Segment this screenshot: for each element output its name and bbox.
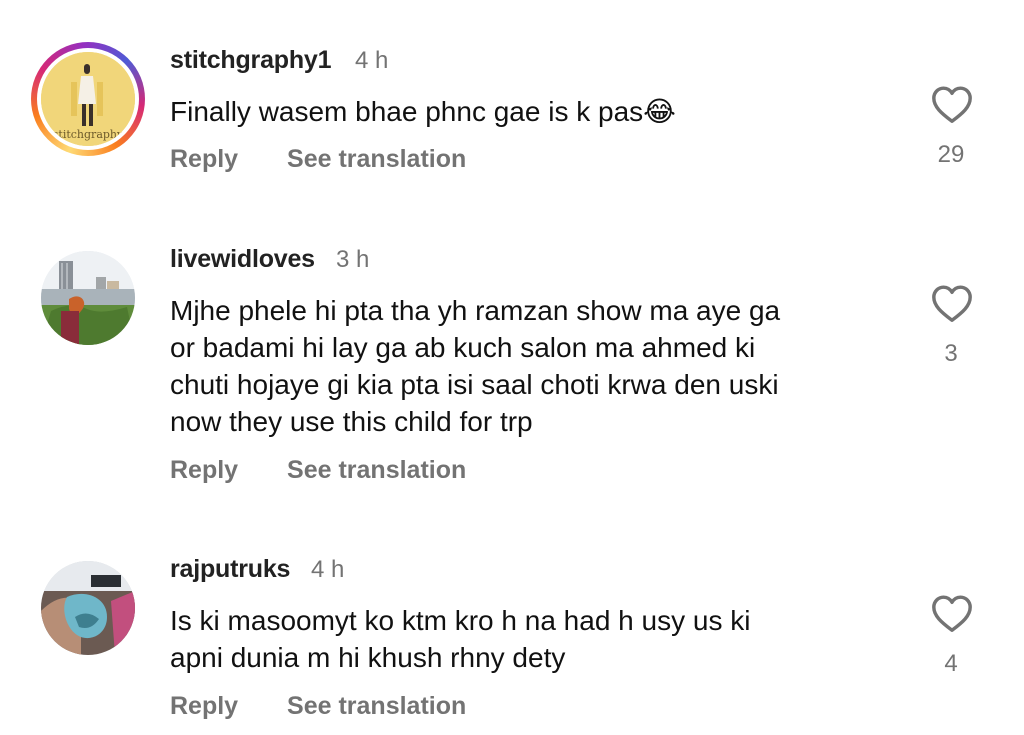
reply-button[interactable]: Reply — [170, 456, 238, 485]
see-translation-button[interactable]: See translation — [287, 145, 466, 174]
comment-text-line: or badami hi lay ga ab kuch salon ma ahm… — [170, 332, 756, 363]
comment-actions: Reply See translation — [170, 145, 466, 174]
avatar[interactable] — [41, 561, 135, 655]
see-translation-button[interactable]: See translation — [287, 456, 466, 485]
comment-text: Finally wasem bhae phnc gae is k pas😂 — [170, 93, 890, 130]
comment-timestamp: 3 h — [336, 246, 370, 273]
like-count: 4 — [944, 650, 958, 677]
stitchgraphy-logo: stitchgraphy — [41, 52, 135, 146]
heart-outline-icon[interactable] — [930, 593, 974, 633]
comment-username[interactable]: livewidloves — [170, 245, 315, 274]
comment-actions: Reply See translation — [170, 456, 466, 485]
comment-text: Mjhe phele hi pta tha yh ramzan show ma … — [170, 292, 890, 440]
comment-text-line: now they use this child for trp — [170, 406, 533, 437]
comment-actions: Reply See translation — [170, 692, 466, 721]
comment-text-line: Is ki masoomyt ko ktm kro h na had h usy… — [170, 605, 751, 636]
comment-text-line: apni dunia m hi khush rhny dety — [170, 642, 566, 673]
avatar-image — [41, 561, 135, 655]
see-translation-button[interactable]: See translation — [287, 692, 466, 721]
avatar[interactable] — [41, 251, 135, 345]
avatar-image — [41, 251, 135, 345]
comment-username[interactable]: stitchgraphy1 — [170, 46, 332, 75]
like-count: 29 — [937, 141, 965, 168]
avatar[interactable]: stitchgraphy — [31, 42, 145, 156]
heart-outline-icon[interactable] — [930, 84, 974, 124]
reply-button[interactable]: Reply — [170, 692, 238, 721]
heart-outline-icon[interactable] — [930, 283, 974, 323]
reply-button[interactable]: Reply — [170, 145, 238, 174]
comment-timestamp: 4 h — [311, 556, 345, 583]
avatar-image: stitchgraphy — [41, 52, 135, 146]
comment-timestamp: 4 h — [355, 47, 389, 74]
comment-text: Is ki masoomyt ko ktm kro h na had h usy… — [170, 602, 890, 676]
comment-username[interactable]: rajputruks — [170, 555, 290, 584]
comment-text-line: Finally wasem bhae phnc gae is k pas😂 — [170, 96, 676, 127]
comment-text-line: chuti hojaye gi kia pta isi saal choti k… — [170, 369, 779, 400]
comment-text-line: Mjhe phele hi pta tha yh ramzan show ma … — [170, 295, 781, 326]
like-count: 3 — [944, 340, 958, 367]
